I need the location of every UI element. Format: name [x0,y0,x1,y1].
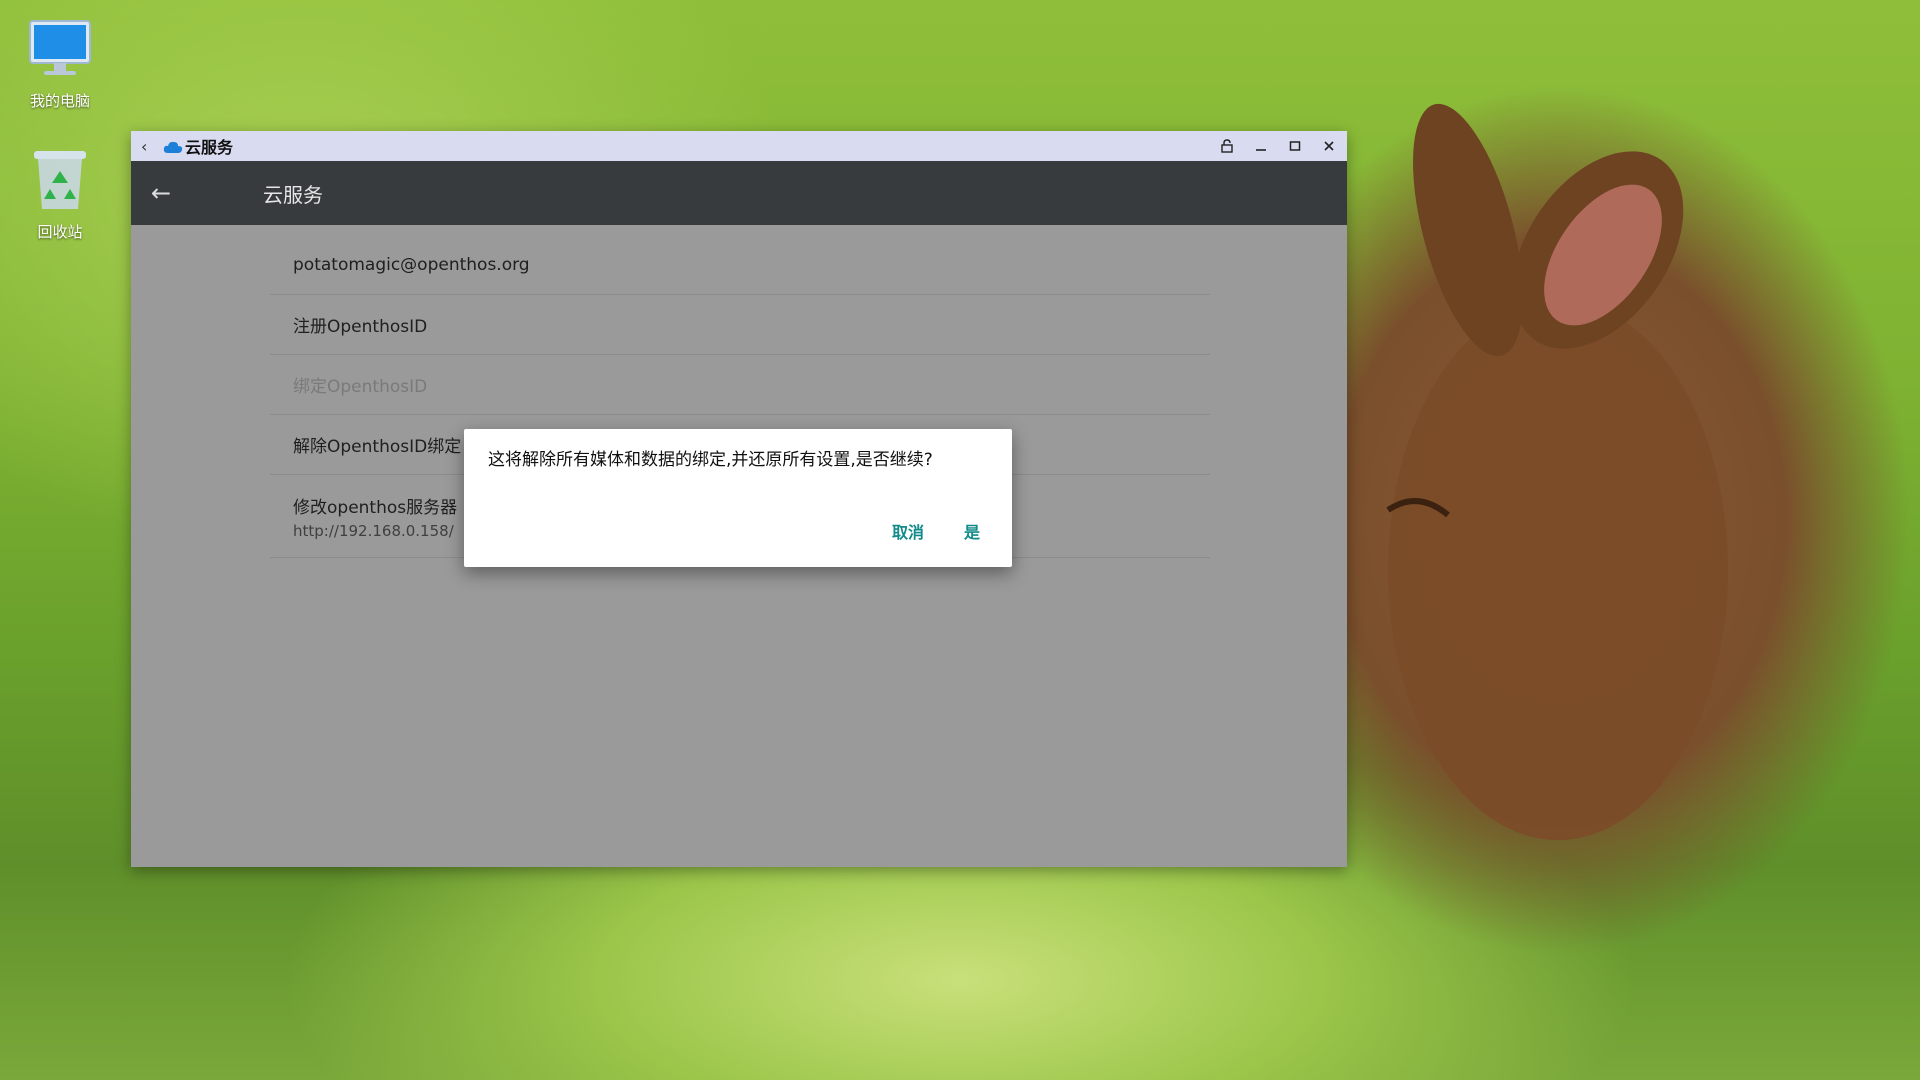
list-item-label: 绑定OpenthosID [293,377,428,397]
confirm-button[interactable]: 是 [964,519,980,543]
list-item-label: 注册OpenthosID [293,317,428,337]
app-toolbar: ← 云服务 [131,161,1347,225]
desktop-icon-label: 回收站 [37,223,83,241]
desktop-icon-my-computer[interactable]: 我的电脑 [20,14,100,111]
back-arrow-icon[interactable]: ← [151,179,191,207]
wallpaper-bunny [1386,103,1728,840]
cancel-button[interactable]: 取消 [892,519,924,543]
desktop-icon-label: 我的电脑 [29,92,90,110]
list-item-label: potatomagic@openthos.org [293,254,530,275]
list-item-register-id[interactable]: 注册OpenthosID [270,295,1210,355]
window-title: 云服务 [185,138,234,157]
confirm-dialog: 这将解除所有媒体和数据的绑定,并还原所有设置,是否继续? 取消 是 [464,429,1012,567]
dialog-message: 这将解除所有媒体和数据的绑定,并还原所有设置,是否继续? [488,450,933,470]
titlebar-back-icon[interactable]: ‹ [141,137,157,156]
recycle-bin-icon [25,145,95,215]
window-titlebar[interactable]: ‹ 云服务 [131,131,1347,161]
app-title: 云服务 [263,182,323,207]
minimize-icon[interactable] [1251,136,1271,156]
desktop-icon-recycle-bin[interactable]: 回收站 [20,145,100,242]
close-icon[interactable] [1319,136,1339,156]
computer-icon [25,14,95,84]
cloud-icon [163,139,183,153]
list-item-account[interactable]: potatomagic@openthos.org [270,235,1210,295]
lock-icon[interactable] [1217,136,1237,156]
maximize-icon[interactable] [1285,136,1305,156]
list-item-bind-id: 绑定OpenthosID [270,355,1210,415]
